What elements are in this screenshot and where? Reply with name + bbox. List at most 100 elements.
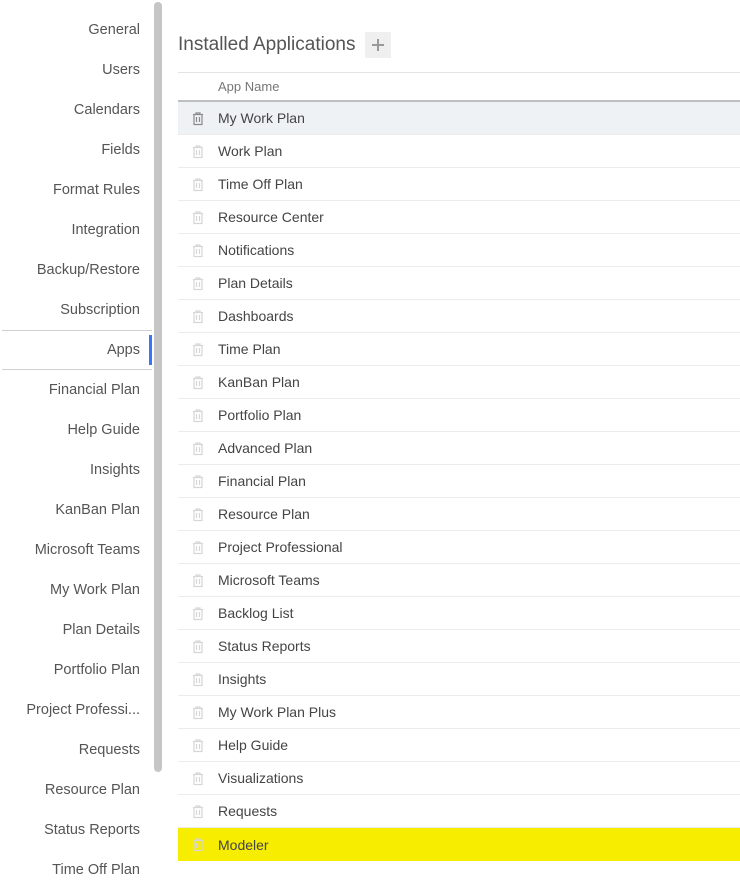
trash-icon <box>191 276 205 291</box>
table-row[interactable]: My Work Plan <box>178 102 740 135</box>
sidebar-item-users[interactable]: Users <box>2 50 152 90</box>
trash-icon <box>191 672 205 687</box>
sidebar-item-plan-details[interactable]: Plan Details <box>2 610 152 650</box>
scroll-thumb[interactable] <box>154 2 162 772</box>
trash-icon <box>191 837 205 852</box>
sidebar-item-general[interactable]: General <box>2 10 152 50</box>
table-row[interactable]: Backlog List <box>178 597 740 630</box>
delete-button[interactable] <box>178 441 218 456</box>
sidebar-item-label: My Work Plan <box>50 582 140 598</box>
delete-button[interactable] <box>178 507 218 522</box>
sidebar-scrollbar[interactable] <box>152 0 164 890</box>
sidebar-item-label: Portfolio Plan <box>54 662 140 678</box>
sidebar-item-requests[interactable]: Requests <box>2 730 152 770</box>
table-row[interactable]: Work Plan <box>178 135 740 168</box>
sidebar-item-label: KanBan Plan <box>55 502 140 518</box>
delete-button[interactable] <box>178 111 218 126</box>
app-name-cell: Work Plan <box>218 143 740 159</box>
table-row[interactable]: Resource Center <box>178 201 740 234</box>
sidebar-item-label: Users <box>102 62 140 78</box>
delete-button[interactable] <box>178 606 218 621</box>
delete-button[interactable] <box>178 771 218 786</box>
sidebar-item-portfolio-plan[interactable]: Portfolio Plan <box>2 650 152 690</box>
table-row[interactable]: Plan Details <box>178 267 740 300</box>
delete-button[interactable] <box>178 309 218 324</box>
sidebar-item-subscription[interactable]: Subscription <box>2 290 152 330</box>
delete-button[interactable] <box>178 705 218 720</box>
sidebar-item-label: Financial Plan <box>49 382 140 398</box>
app-name-cell: My Work Plan Plus <box>218 704 740 720</box>
table-header: App Name <box>178 72 740 102</box>
sidebar-item-format-rules[interactable]: Format Rules <box>2 170 152 210</box>
trash-icon <box>191 210 205 225</box>
sidebar-item-insights[interactable]: Insights <box>2 450 152 490</box>
app-name-cell: Backlog List <box>218 605 740 621</box>
table-row[interactable]: Insights <box>178 663 740 696</box>
sidebar-item-label: Plan Details <box>63 622 140 638</box>
delete-button[interactable] <box>178 540 218 555</box>
table-row[interactable]: KanBan Plan <box>178 366 740 399</box>
trash-icon <box>191 243 205 258</box>
sidebar-item-apps[interactable]: Apps <box>2 330 152 370</box>
delete-button[interactable] <box>178 342 218 357</box>
sidebar-item-label: Backup/Restore <box>37 262 140 278</box>
trash-icon <box>191 375 205 390</box>
sidebar-item-kanban-plan[interactable]: KanBan Plan <box>2 490 152 530</box>
delete-button[interactable] <box>178 375 218 390</box>
table-row[interactable]: Microsoft Teams <box>178 564 740 597</box>
sidebar-item-label: Status Reports <box>44 822 140 838</box>
sidebar-item-integration[interactable]: Integration <box>2 210 152 250</box>
delete-button[interactable] <box>178 276 218 291</box>
sidebar-item-resource-plan[interactable]: Resource Plan <box>2 770 152 810</box>
table-row[interactable]: Modeler <box>178 828 740 861</box>
delete-button[interactable] <box>178 573 218 588</box>
table-row[interactable]: Dashboards <box>178 300 740 333</box>
delete-button[interactable] <box>178 804 218 819</box>
table-row[interactable]: Time Off Plan <box>178 168 740 201</box>
app-name-cell: Portfolio Plan <box>218 407 740 423</box>
applications-table: App Name My Work Plan Work Plan Time Off P… <box>178 72 740 861</box>
trash-icon <box>191 540 205 555</box>
sidebar-item-backup-restore[interactable]: Backup/Restore <box>2 250 152 290</box>
sidebar-item-label: Help Guide <box>67 422 140 438</box>
table-row[interactable]: Resource Plan <box>178 498 740 531</box>
sidebar-item-financial-plan[interactable]: Financial Plan <box>2 370 152 410</box>
delete-button[interactable] <box>178 837 218 852</box>
delete-button[interactable] <box>178 672 218 687</box>
sidebar-item-project-professi[interactable]: Project Professi... <box>2 690 152 730</box>
trash-icon <box>191 771 205 786</box>
table-row[interactable]: Help Guide <box>178 729 740 762</box>
table-row[interactable]: Requests <box>178 795 740 828</box>
table-row[interactable]: Visualizations <box>178 762 740 795</box>
add-application-button[interactable] <box>365 32 391 58</box>
delete-button[interactable] <box>178 738 218 753</box>
delete-button[interactable] <box>178 474 218 489</box>
table-row[interactable]: Project Professional <box>178 531 740 564</box>
delete-button[interactable] <box>178 177 218 192</box>
delete-button[interactable] <box>178 210 218 225</box>
app-name-cell: Notifications <box>218 242 740 258</box>
table-row[interactable]: Financial Plan <box>178 465 740 498</box>
sidebar-item-my-work-plan[interactable]: My Work Plan <box>2 570 152 610</box>
app-name-cell: Status Reports <box>218 638 740 654</box>
sidebar-item-fields[interactable]: Fields <box>2 130 152 170</box>
table-row[interactable]: Portfolio Plan <box>178 399 740 432</box>
trash-icon <box>191 144 205 159</box>
delete-button[interactable] <box>178 144 218 159</box>
delete-button[interactable] <box>178 639 218 654</box>
table-row[interactable]: Time Plan <box>178 333 740 366</box>
delete-button[interactable] <box>178 243 218 258</box>
sidebar-item-calendars[interactable]: Calendars <box>2 90 152 130</box>
sidebar-item-time-off-plan[interactable]: Time Off Plan <box>2 850 152 890</box>
sidebar-item-help-guide[interactable]: Help Guide <box>2 410 152 450</box>
table-row[interactable]: Advanced Plan <box>178 432 740 465</box>
table-row[interactable]: Notifications <box>178 234 740 267</box>
sidebar-item-label: Fields <box>101 142 140 158</box>
sidebar-item-microsoft-teams[interactable]: Microsoft Teams <box>2 530 152 570</box>
app-name-cell: Plan Details <box>218 275 740 291</box>
app-name-cell: Help Guide <box>218 737 740 753</box>
delete-button[interactable] <box>178 408 218 423</box>
table-row[interactable]: Status Reports <box>178 630 740 663</box>
sidebar-item-status-reports[interactable]: Status Reports <box>2 810 152 850</box>
table-row[interactable]: My Work Plan Plus <box>178 696 740 729</box>
